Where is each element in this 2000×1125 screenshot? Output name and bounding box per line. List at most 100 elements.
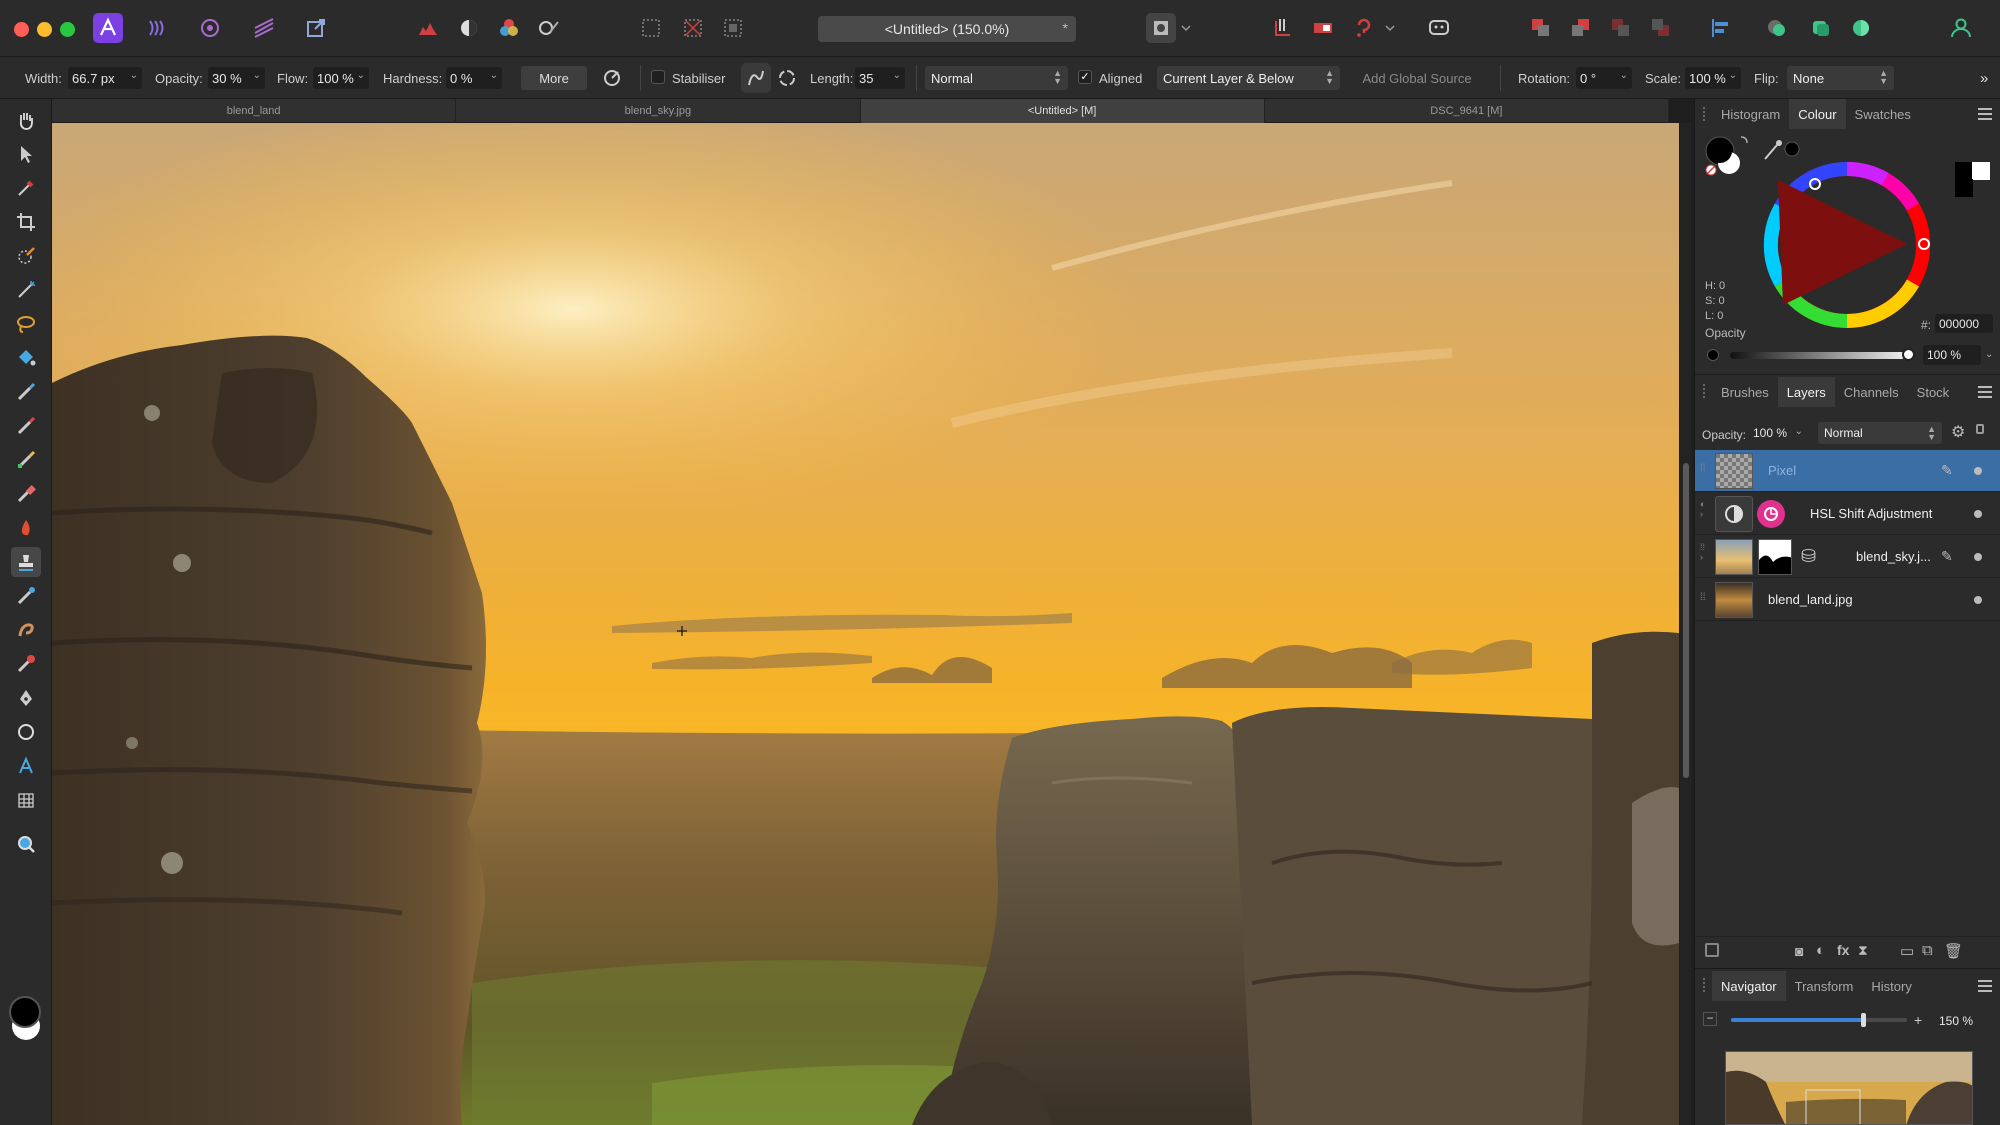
flow-dropdown-icon[interactable]: ⌄	[357, 70, 365, 81]
invert-selection-icon[interactable]	[718, 13, 748, 43]
auto-contrast-icon[interactable]	[454, 13, 484, 43]
assistant-dropdown-icon[interactable]	[1382, 13, 1398, 43]
rotation-field[interactable]: 0 ° ⌄	[1576, 67, 1632, 89]
export-persona-icon[interactable]	[301, 13, 331, 43]
scrollbar-thumb[interactable]	[1683, 463, 1689, 778]
studio-link-icon[interactable]	[1806, 13, 1836, 43]
colour-opacity-field[interactable]: 100 %	[1923, 345, 1981, 365]
mesh-warp-tool-icon[interactable]	[11, 785, 41, 815]
ellipse-tool-icon[interactable]	[11, 717, 41, 747]
lock-layer-icon[interactable]	[1976, 424, 1984, 434]
aligned-checkbox[interactable]: ✓	[1078, 70, 1092, 84]
recent-black-swatch[interactable]	[1955, 162, 1973, 180]
tab-transform[interactable]: Transform	[1786, 971, 1863, 1001]
tab-blend-land[interactable]: blend_land	[52, 99, 457, 123]
add-mask-icon[interactable]: ◙	[1795, 943, 1803, 959]
layer-edit-pencil-icon[interactable]: ✎	[1941, 462, 1953, 479]
recent-white-swatch[interactable]	[1972, 162, 1990, 180]
tab-swatches[interactable]: Swatches	[1846, 99, 1920, 129]
layer-settings-gear-icon[interactable]: ⚙	[1951, 422, 1965, 442]
deselect-icon[interactable]	[678, 13, 708, 43]
colour-replacement-brush-icon[interactable]	[11, 411, 41, 441]
layer-row-pixel[interactable]: ⁞⁞ Pixel ✎	[1695, 450, 2000, 492]
tab-channels[interactable]: Channels	[1835, 377, 1908, 407]
minimize-window-button[interactable]	[37, 22, 52, 37]
crop-tool-icon[interactable]	[11, 207, 41, 237]
navigator-zoom-slider[interactable]	[1731, 1013, 1907, 1027]
layer-opacity-field[interactable]: 100 % ⌄	[1749, 423, 1807, 443]
quick-mask-dropdown-icon[interactable]	[1178, 13, 1194, 43]
rope-mode-icon[interactable]	[741, 63, 771, 93]
flood-fill-tool-icon[interactable]	[11, 343, 41, 373]
panel-grip-icon[interactable]	[1703, 978, 1709, 992]
view-mode-icon[interactable]	[1308, 13, 1338, 43]
clone-brush-tool-icon[interactable]	[11, 547, 41, 577]
layer-blend-mode-select[interactable]: Normal ▲ ▼	[1818, 422, 1942, 444]
hardness-field[interactable]: 0 % ⌄	[446, 67, 502, 89]
tone-mapping-persona-icon[interactable]	[249, 13, 279, 43]
rotation-dropdown-icon[interactable]: ⌄	[1620, 70, 1628, 81]
add-adjustment-icon[interactable]: ◐	[1816, 942, 1825, 959]
layer-edit-pencil-icon[interactable]: ✎	[1941, 548, 1953, 565]
user-account-icon[interactable]	[1946, 13, 1976, 43]
add-global-source-button[interactable]: Add Global Source	[1351, 66, 1483, 90]
add-live-filter-icon[interactable]: fx	[1837, 942, 1849, 958]
arrange-forward-icon[interactable]	[1526, 13, 1556, 43]
toolbar-overflow-icon[interactable]: »	[1980, 68, 1988, 88]
colour-picker-icon[interactable]	[1764, 144, 1778, 160]
layer-options-icon[interactable]	[1705, 943, 1719, 957]
quick-mask-icon[interactable]	[1146, 13, 1176, 43]
window-mode-icon[interactable]	[772, 63, 802, 93]
panel-grip-icon[interactable]	[1703, 107, 1709, 121]
recent-black-swatch-2[interactable]	[1955, 179, 1973, 197]
source-select[interactable]: Current Layer & Below ▲ ▼	[1157, 66, 1340, 90]
blend-mode-select[interactable]: Normal ▲ ▼	[925, 66, 1068, 90]
more-button[interactable]: More	[521, 66, 587, 90]
add-group-icon[interactable]: ▭	[1900, 942, 1914, 960]
affinity-photo-app-icon[interactable]	[93, 13, 123, 43]
layer-expand-chevron-icon[interactable]: ◐ ›	[1700, 499, 1705, 519]
pixel-tool-icon[interactable]	[11, 445, 41, 475]
layer-visibility-dot[interactable]	[1974, 467, 1982, 475]
zoom-slider-handle[interactable]	[1861, 1013, 1866, 1027]
layer-drag-handle-icon[interactable]: ⁞⁞	[1700, 463, 1706, 474]
move-to-back-icon[interactable]	[1646, 13, 1676, 43]
zoom-window-button[interactable]	[60, 22, 75, 37]
levels-icon[interactable]	[413, 13, 443, 43]
layer-drag-handle-icon[interactable]: ⁞⁞	[1700, 592, 1706, 603]
layer-row-blend-land[interactable]: ⁞⁞ blend_land.jpg	[1695, 579, 2000, 621]
blur-brush-tool-icon[interactable]	[11, 581, 41, 611]
scale-field[interactable]: 100 % ⌄	[1685, 67, 1741, 89]
layer-visibility-dot[interactable]	[1974, 510, 1982, 518]
hex-value-field[interactable]: 000000	[1935, 314, 1993, 333]
zoom-in-icon[interactable]: +	[1914, 1012, 1922, 1028]
colour-panel-menu-icon[interactable]	[1978, 108, 1992, 120]
freehand-selection-tool-icon[interactable]	[11, 309, 41, 339]
move-tool-icon[interactable]	[11, 139, 41, 169]
width-dropdown-icon[interactable]: ⌄	[130, 70, 138, 81]
tab-history[interactable]: History	[1862, 971, 1920, 1001]
colour-picker-studio-icon[interactable]	[1846, 13, 1876, 43]
mask-to-below-icon[interactable]: ⧗	[1858, 942, 1868, 959]
layer-visibility-dot[interactable]	[1974, 596, 1982, 604]
tab-layers[interactable]: Layers	[1777, 377, 1835, 407]
flood-select-tool-icon[interactable]	[11, 275, 41, 305]
snapping-icon[interactable]	[1268, 13, 1298, 43]
scale-dropdown-icon[interactable]: ⌄	[1729, 70, 1737, 81]
navigator-zoom-field[interactable]: 150 %	[1935, 1011, 1993, 1031]
tab-untitled[interactable]: <Untitled> [M]	[860, 99, 1265, 123]
dodge-brush-tool-icon[interactable]	[11, 513, 41, 543]
delete-layer-icon[interactable]: 🗑	[1944, 942, 1963, 960]
close-window-button[interactable]	[14, 22, 29, 37]
liquify-persona-icon[interactable]	[143, 13, 173, 43]
arrange-back-icon[interactable]	[1566, 13, 1596, 43]
develop-persona-icon[interactable]	[195, 13, 225, 43]
zoom-tool-icon[interactable]	[11, 830, 41, 860]
panel-grip-icon[interactable]	[1703, 384, 1709, 398]
force-pressure-icon[interactable]	[597, 63, 627, 93]
flow-field[interactable]: 100 % ⌄	[313, 67, 369, 89]
smudge-brush-tool-icon[interactable]	[11, 615, 41, 645]
layer-opacity-dropdown-icon[interactable]: ⌄	[1795, 426, 1803, 437]
chat-preview-icon[interactable]	[1424, 13, 1454, 43]
pen-tool-icon[interactable]	[11, 683, 41, 713]
